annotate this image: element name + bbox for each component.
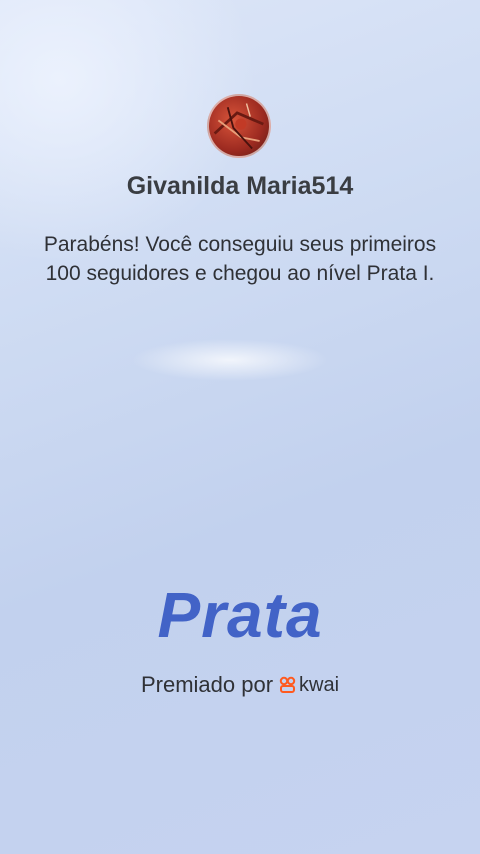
kwai-brand-text: kwai (299, 673, 340, 696)
kwai-logo: kwai (279, 674, 339, 697)
avatar-image (213, 103, 264, 150)
awarded-label: Premiado por (140, 672, 274, 697)
avatar[interactable] (207, 94, 271, 158)
level-title: Prata (157, 579, 323, 651)
kwai-logo-icon (279, 676, 296, 693)
achievement-message: Parabéns! Você conseguiu seus primeiros … (43, 233, 437, 285)
username: Givanilda Maria514 (126, 172, 354, 200)
awarded-by: Premiado por kwai (0, 672, 480, 698)
